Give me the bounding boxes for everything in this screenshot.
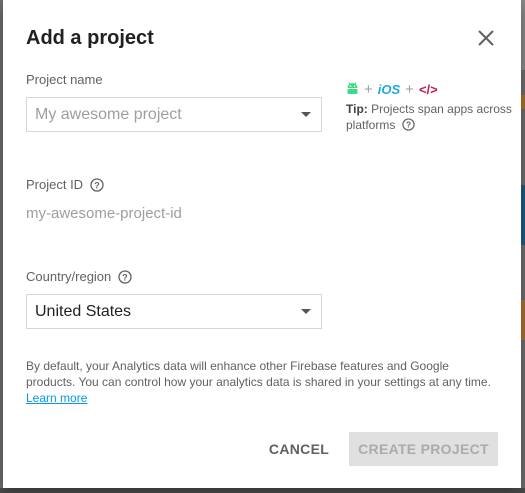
- svg-text:?: ?: [406, 120, 411, 130]
- plus-sign: +: [364, 80, 373, 98]
- chevron-down-icon[interactable]: [301, 309, 311, 314]
- country-select[interactable]: United States: [26, 294, 322, 329]
- help-icon[interactable]: ?: [90, 177, 104, 192]
- project-name-input[interactable]: My awesome project: [26, 97, 322, 132]
- project-id-value: my-awesome-project-id: [26, 205, 182, 222]
- project-id-label-row: Project ID ?: [26, 177, 104, 192]
- analytics-disclaimer: By default, your Analytics data will enh…: [26, 358, 501, 406]
- project-name-placeholder: My awesome project: [35, 105, 182, 123]
- project-name-label: Project name: [26, 72, 103, 87]
- chevron-down-icon[interactable]: [301, 112, 311, 117]
- country-label: Country/region: [26, 269, 112, 284]
- android-icon: [347, 82, 358, 94]
- ios-icon: iOS: [377, 81, 401, 97]
- project-id-label: Project ID: [26, 177, 84, 192]
- help-icon[interactable]: ?: [118, 269, 132, 284]
- add-project-dialog: Add a project Project name My awesome pr…: [3, 0, 521, 488]
- close-button[interactable]: [475, 27, 497, 49]
- country-selected-value: United States: [35, 302, 132, 320]
- disclaimer-text: By default, your Analytics data will enh…: [26, 359, 491, 389]
- platform-icons: + iOS + </>: [346, 80, 516, 98]
- background-page: [0, 488, 525, 493]
- svg-text:?: ?: [123, 272, 129, 282]
- dialog-title: Add a project: [26, 27, 154, 49]
- close-icon: [478, 30, 494, 46]
- create-project-button[interactable]: CREATE PROJECT: [349, 432, 498, 466]
- cancel-button[interactable]: CANCEL: [261, 432, 337, 466]
- learn-more-link[interactable]: Learn more: [26, 391, 87, 405]
- plus-sign: +: [405, 80, 414, 98]
- country-label-row: Country/region ?: [26, 269, 132, 284]
- tip-text: Tip: Projects span apps across platforms…: [346, 101, 516, 133]
- web-code-icon: </>: [418, 81, 438, 97]
- tip-body: Projects span apps across platforms: [346, 102, 512, 132]
- help-icon[interactable]: ?: [402, 118, 415, 131]
- platform-tip: + iOS + </> Tip: Projects span apps acro…: [346, 80, 516, 133]
- tip-prefix: Tip:: [346, 102, 368, 116]
- svg-text:?: ?: [94, 180, 100, 190]
